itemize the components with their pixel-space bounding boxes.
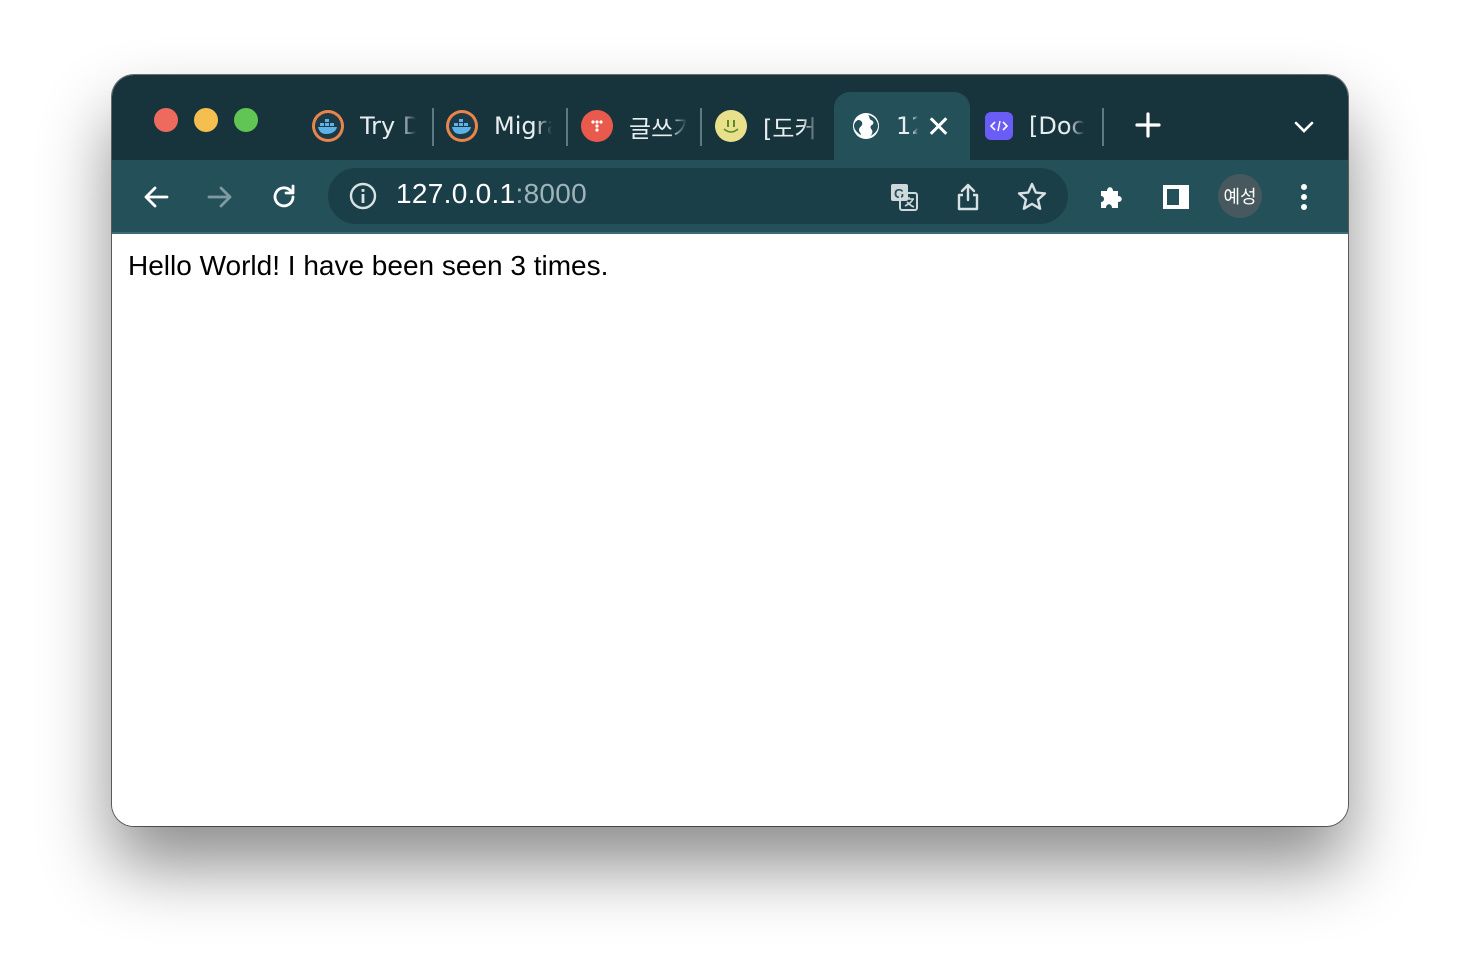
url-port: :8000 — [515, 178, 588, 209]
tab-title: Migra — [494, 112, 552, 140]
close-window-button[interactable] — [154, 108, 178, 132]
extensions-button[interactable] — [1092, 177, 1132, 217]
side-panel-icon — [1163, 185, 1189, 209]
tab-title: [Doc — [1029, 112, 1085, 140]
share-icon — [957, 183, 979, 211]
face-icon — [715, 110, 747, 142]
globe-icon — [850, 110, 882, 142]
plus-icon — [1135, 112, 1161, 138]
tab-search-button[interactable] — [1292, 115, 1316, 139]
code-icon — [985, 112, 1013, 140]
tab-doc[interactable]: [Doc — [985, 92, 1095, 160]
tab-separator — [566, 108, 568, 146]
translate-button[interactable]: G — [884, 177, 924, 217]
chevron-down-icon — [1294, 121, 1314, 133]
close-tab-icon[interactable]: ✕ — [926, 113, 951, 143]
menu-button[interactable] — [1284, 177, 1324, 217]
reload-button[interactable] — [264, 177, 304, 217]
tab-title: 글쓰기 — [629, 114, 687, 143]
tab-write[interactable]: 글쓰기 — [581, 92, 691, 160]
tab-title: [도커] — [763, 114, 819, 143]
more-vert-icon — [1301, 184, 1307, 210]
arrow-left-icon — [144, 186, 169, 208]
forward-button[interactable] — [200, 177, 240, 217]
tab-title: 12 — [896, 112, 918, 140]
tab-title: Try D — [360, 112, 416, 140]
translate-icon: G — [891, 184, 918, 211]
puzzle-icon — [1101, 187, 1122, 208]
minimize-window-button[interactable] — [194, 108, 218, 132]
url-host: 127.0.0.1 — [396, 178, 516, 209]
browser-window: Try D Migra 글쓰기 [도커] — [112, 75, 1348, 826]
page-text: Hello World! I have been seen 3 times. — [128, 250, 609, 281]
back-button[interactable] — [136, 177, 176, 217]
tab-separator — [700, 108, 702, 146]
side-panel-button[interactable] — [1156, 177, 1196, 217]
new-tab-button[interactable] — [1132, 109, 1164, 141]
maximize-window-button[interactable] — [234, 108, 258, 132]
tab-migrate[interactable]: Migra — [446, 92, 556, 160]
tab-try-docker[interactable]: Try D — [312, 92, 422, 160]
docker-icon — [312, 110, 344, 142]
tab-separator — [1102, 108, 1104, 146]
star-icon — [1017, 182, 1047, 210]
page-content: Hello World! I have been seen 3 times. — [112, 234, 1348, 826]
url-text[interactable]: 127.0.0.1:8000 — [396, 178, 587, 210]
dots-icon — [581, 110, 613, 142]
site-info-button[interactable] — [348, 181, 378, 211]
tab-docker-post[interactable]: [도커] — [715, 92, 825, 160]
info-icon — [349, 182, 377, 210]
bookmark-button[interactable] — [1012, 177, 1052, 217]
reload-icon — [273, 184, 295, 208]
docker-icon — [446, 110, 478, 142]
profile-avatar[interactable]: 예성 — [1218, 174, 1262, 218]
share-button[interactable] — [948, 177, 988, 217]
arrow-right-icon — [207, 186, 232, 208]
tab-separator — [432, 108, 434, 146]
